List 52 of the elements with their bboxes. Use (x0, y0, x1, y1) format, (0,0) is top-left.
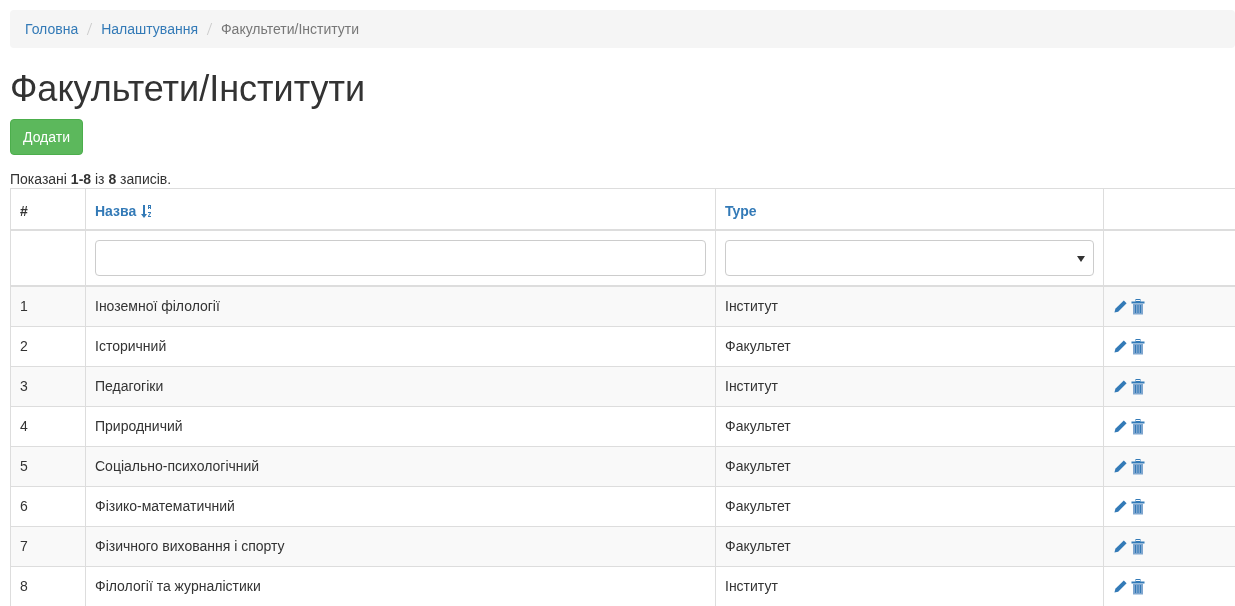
edit-icon[interactable] (1113, 539, 1128, 555)
breadcrumb-link[interactable]: Налаштування (101, 21, 198, 37)
column-header: # (20, 202, 28, 219)
table-cell: Історичний (95, 338, 167, 355)
table-cell: Фізико-математичний (95, 498, 235, 515)
row-number: 5 (20, 458, 28, 475)
edit-icon[interactable] (1113, 299, 1128, 315)
filter-input[interactable] (95, 239, 706, 276)
row-number: 7 (20, 538, 28, 555)
row-number: 4 (20, 418, 28, 435)
table-cell: Інститут (725, 298, 778, 315)
row-number: 3 (20, 378, 28, 395)
table-cell: Факультет (725, 458, 791, 475)
sort-icon (140, 204, 153, 219)
trash-icon[interactable] (1131, 378, 1145, 395)
page-title: Факультети/Інститути (10, 69, 367, 109)
breadcrumb-current: Факультети/Інститути (220, 21, 360, 37)
column-sort-link[interactable]: Type (725, 203, 757, 220)
trash-icon[interactable] (1131, 498, 1145, 515)
table-cell: Факультет (725, 538, 791, 555)
breadcrumb-link[interactable]: Головна (25, 21, 79, 37)
edit-icon[interactable] (1113, 379, 1128, 395)
trash-icon[interactable] (1131, 538, 1145, 555)
summary-text: Показані 1-8 із 8 записів. (10, 169, 173, 188)
table-cell: Інститут (725, 578, 778, 595)
trash-icon[interactable] (1131, 338, 1145, 355)
row-number: 1 (20, 298, 28, 315)
table-cell: Факультет (725, 418, 791, 435)
trash-icon[interactable] (1131, 418, 1145, 435)
edit-icon[interactable] (1113, 419, 1128, 435)
row-number: 8 (20, 578, 28, 595)
add-button[interactable]: Додати (10, 118, 83, 155)
edit-icon[interactable] (1113, 339, 1128, 355)
table-cell: Соціально-психологічний (95, 458, 260, 475)
row-number: 6 (20, 498, 28, 515)
row-number: 2 (20, 338, 28, 355)
caret-icon (1077, 255, 1085, 262)
column-sort-link[interactable]: Назва (95, 203, 137, 220)
table-cell: Фізичного виховання і спорту (95, 538, 285, 555)
table-cell: Філології та журналістики (95, 578, 261, 595)
trash-icon[interactable] (1131, 458, 1145, 475)
edit-icon[interactable] (1113, 499, 1128, 515)
edit-icon[interactable] (1113, 459, 1128, 475)
table-cell: Природничий (95, 418, 183, 435)
table-cell: Факультет (725, 338, 791, 355)
table-cell: Інститут (725, 378, 778, 395)
table-cell: Іноземної філології (95, 298, 220, 315)
edit-icon[interactable] (1113, 579, 1128, 595)
trash-icon[interactable] (1131, 298, 1145, 315)
table-cell: Педагогіки (95, 378, 164, 395)
table-cell: Факультет (725, 498, 791, 515)
trash-icon[interactable] (1131, 578, 1145, 595)
